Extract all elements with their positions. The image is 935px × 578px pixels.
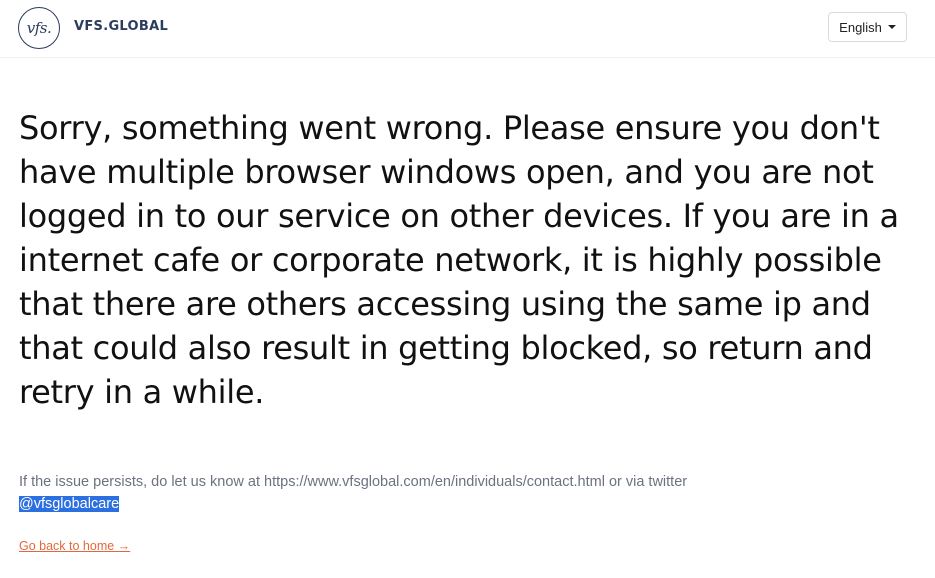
logo-mark: vfs. [26,19,52,37]
support-text-block: If the issue persists, do let us know at… [19,471,919,515]
language-label: English [839,19,882,35]
caret-down-icon [887,25,896,29]
twitter-handle[interactable]: @vfsglobalcare [19,496,120,512]
error-message: Sorry, something went wrong. Please ensu… [19,109,899,411]
top-header: vfs. VFS.GLOBAL English [0,0,935,58]
language-select-button[interactable]: English [828,12,907,42]
back-home-link[interactable]: Go back to home → [19,539,130,553]
support-text: If the issue persists, do let us know at… [19,474,688,490]
vfs-logo-icon[interactable]: vfs. [18,7,60,49]
logo-text[interactable]: VFS.GLOBAL [74,19,168,34]
